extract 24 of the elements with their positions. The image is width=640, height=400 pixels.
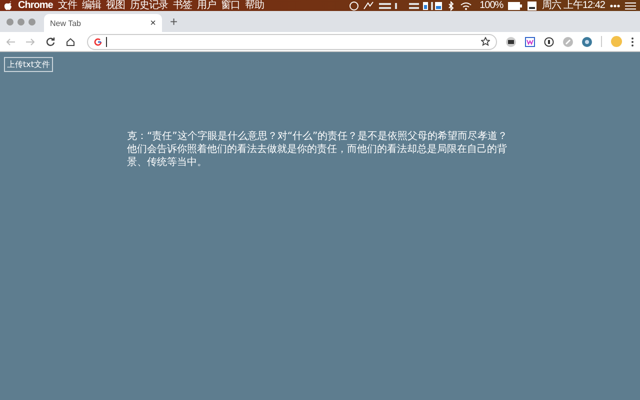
- star-icon[interactable]: [481, 37, 490, 46]
- menu-icon[interactable]: [631, 36, 634, 46]
- extension-icon[interactable]: [506, 36, 516, 46]
- home-icon[interactable]: [66, 38, 75, 46]
- browser-tab[interactable]: New Tab ×: [44, 14, 162, 32]
- close-tab-button[interactable]: ×: [150, 18, 156, 28]
- new-tab-button[interactable]: +: [166, 15, 182, 28]
- extension-icon[interactable]: [544, 36, 554, 46]
- paragraph: 克：“责任”这个字眼是什么意思？对“什么”的责任？是不是依照父母的希望而尽孝道？他们会告诉你照着他们的看法去做就是你的责任，而他们的看法却总是局限在自己的背景、传统等当中。: [127, 130, 509, 169]
- menu-item[interactable]: 编辑: [82, 0, 101, 11]
- battery-icon[interactable]: [508, 2, 522, 10]
- upload-button[interactable]: 上传txt文件: [4, 57, 54, 72]
- reload-icon[interactable]: [46, 37, 55, 46]
- apple-icon[interactable]: [4, 0, 13, 10]
- battery-percentage: 100%: [480, 0, 504, 11]
- menu-item[interactable]: 视图: [106, 0, 125, 11]
- google-icon: [94, 38, 102, 46]
- dots-icon[interactable]: [610, 2, 620, 8]
- list-icon[interactable]: [625, 2, 636, 10]
- menu-item[interactable]: 历史记录: [130, 0, 168, 11]
- menu-item[interactable]: 书签: [172, 0, 192, 11]
- app-menu[interactable]: Chrome: [18, 0, 53, 11]
- menu-item[interactable]: 帮助: [244, 0, 264, 11]
- extension-icon[interactable]: [525, 36, 535, 46]
